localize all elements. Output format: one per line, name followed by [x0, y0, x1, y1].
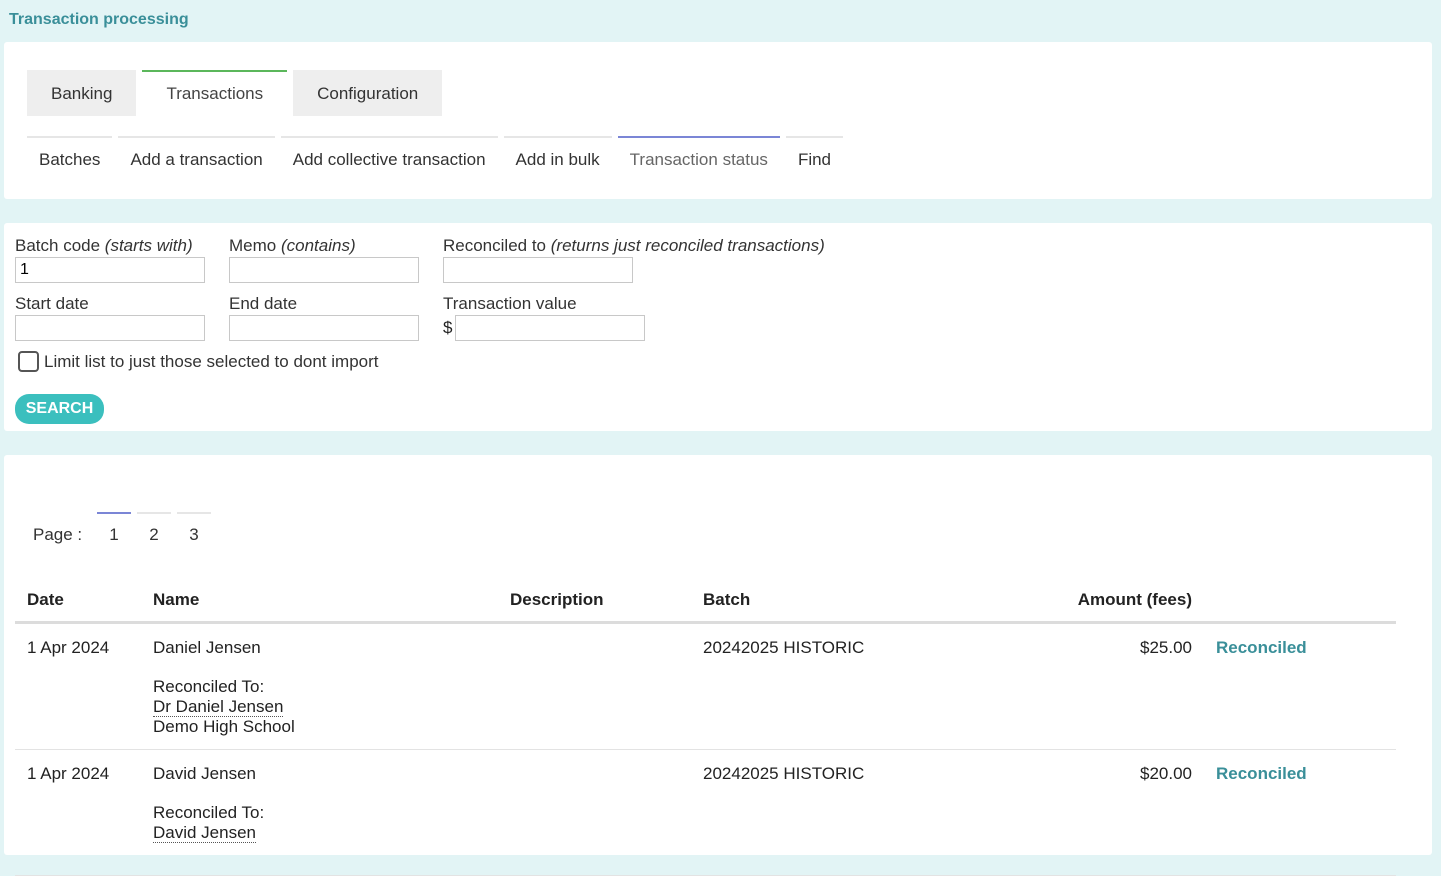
reconciled-to-hint: (returns just reconciled transactions)	[550, 236, 825, 255]
row-name: David Jensen	[153, 764, 257, 783]
reconciled-person-link[interactable]: David Jensen	[153, 823, 257, 843]
reconciled-to-label: Reconciled To:	[153, 677, 265, 696]
search-button[interactable]: SEARCH	[15, 394, 104, 424]
row-status-link[interactable]: Reconciled	[1216, 638, 1307, 658]
subtab-batches[interactable]: Batches	[27, 136, 113, 170]
pager: 1 2 3	[97, 512, 211, 546]
row-date: 1 Apr 2024	[27, 638, 110, 657]
reconciled-to-label-text: Reconciled to	[443, 236, 547, 255]
end-date-field: End date	[229, 294, 419, 341]
limit-checkbox[interactable]	[18, 351, 39, 372]
row-amount: $25.00	[1140, 638, 1192, 657]
row-batch: 20242025 HISTORIC	[703, 638, 865, 657]
subtab-find[interactable]: Find	[785, 136, 844, 170]
row-name-cell: David Jensen Reconciled To: David Jensen	[153, 764, 264, 843]
navigation-panel: Banking Transactions Configuration Batch…	[4, 42, 1432, 199]
transaction-value-label: Transaction value	[443, 294, 577, 313]
reconciled-person-link[interactable]: Dr Daniel Jensen	[153, 697, 284, 717]
reconciled-org: Demo High School	[153, 717, 295, 736]
page-2-link[interactable]: 2	[137, 512, 171, 546]
table-row: 1 Apr 2024 Daniel Jensen Reconciled To: …	[15, 624, 1396, 750]
subtab-add-transaction[interactable]: Add a transaction	[118, 136, 275, 170]
row-status-link[interactable]: Reconciled	[1216, 764, 1307, 784]
page-title: Transaction processing	[9, 11, 189, 28]
table-row: 1 Apr 2024 David Jensen Reconciled To: D…	[15, 750, 1396, 876]
memo-hint: (contains)	[280, 236, 356, 255]
filter-panel: Batch code (starts with) Memo (contains)…	[4, 223, 1432, 431]
header-description: Description	[510, 590, 604, 609]
reconciled-to-input[interactable]	[443, 257, 633, 283]
reconciled-to-field: Reconciled to (returns just reconciled t…	[443, 236, 825, 283]
header-batch: Batch	[703, 590, 751, 609]
memo-input[interactable]	[229, 257, 419, 283]
tab-configuration[interactable]: Configuration	[293, 70, 443, 116]
memo-label-text: Memo	[229, 236, 277, 255]
tab-banking[interactable]: Banking	[27, 70, 137, 116]
row-date: 1 Apr 2024	[27, 764, 110, 783]
reconciled-to-label: Reconciled to (returns just reconciled t…	[443, 236, 825, 256]
header-name: Name	[153, 590, 200, 609]
memo-label: Memo (contains)	[229, 236, 419, 256]
end-date-input[interactable]	[229, 315, 419, 341]
row-name-cell: Daniel Jensen Reconciled To: Dr Daniel J…	[153, 638, 295, 737]
batch-code-field: Batch code (starts with)	[15, 236, 205, 283]
batch-code-label-text: Batch code	[15, 236, 101, 255]
limit-checkbox-label: Limit list to just those selected to don…	[44, 351, 379, 371]
row-amount: $20.00	[1140, 764, 1192, 783]
page-1-link[interactable]: 1	[97, 512, 131, 546]
header-date: Date	[27, 590, 64, 609]
main-tabs: Banking Transactions Configuration	[27, 70, 443, 116]
reconciled-info: Reconciled To: Dr Daniel Jensen Demo Hig…	[153, 677, 295, 737]
batch-code-label: Batch code (starts with)	[15, 236, 205, 256]
table-header: Date Name Description Batch Amount (fees…	[15, 580, 1396, 624]
reconciled-info: Reconciled To: David Jensen	[153, 803, 264, 843]
pager-label: Page :	[33, 525, 83, 544]
currency-prefix: $	[443, 317, 453, 337]
subtab-add-collective-transaction[interactable]: Add collective transaction	[280, 136, 498, 170]
batch-code-hint: (starts with)	[104, 236, 193, 255]
row-name: Daniel Jensen	[153, 638, 261, 657]
sub-tabs: Batches Add a transaction Add collective…	[27, 136, 844, 170]
results-panel: Page : 1 2 3 Date Name Description Batch…	[4, 455, 1432, 876]
header-amount: Amount (fees)	[1077, 590, 1192, 609]
start-date-field: Start date	[15, 294, 205, 341]
tab-transactions[interactable]: Transactions	[142, 70, 288, 116]
start-date-input[interactable]	[15, 315, 205, 341]
end-date-label: End date	[229, 294, 298, 313]
limit-checkbox-row: Limit list to just those selected to don…	[18, 351, 379, 372]
batch-code-input[interactable]	[15, 257, 205, 283]
start-date-label: Start date	[15, 294, 89, 313]
page-3-link[interactable]: 3	[177, 512, 211, 546]
memo-field: Memo (contains)	[229, 236, 419, 283]
transaction-value-field: Transaction value $	[443, 294, 646, 341]
transactions-table: Date Name Description Batch Amount (fees…	[15, 580, 1396, 876]
transaction-value-input[interactable]	[455, 315, 646, 341]
subtab-add-in-bulk[interactable]: Add in bulk	[503, 136, 612, 170]
subtab-transaction-status[interactable]: Transaction status	[617, 136, 780, 170]
row-batch: 20242025 HISTORIC	[703, 764, 865, 783]
reconciled-to-label: Reconciled To:	[153, 803, 265, 822]
